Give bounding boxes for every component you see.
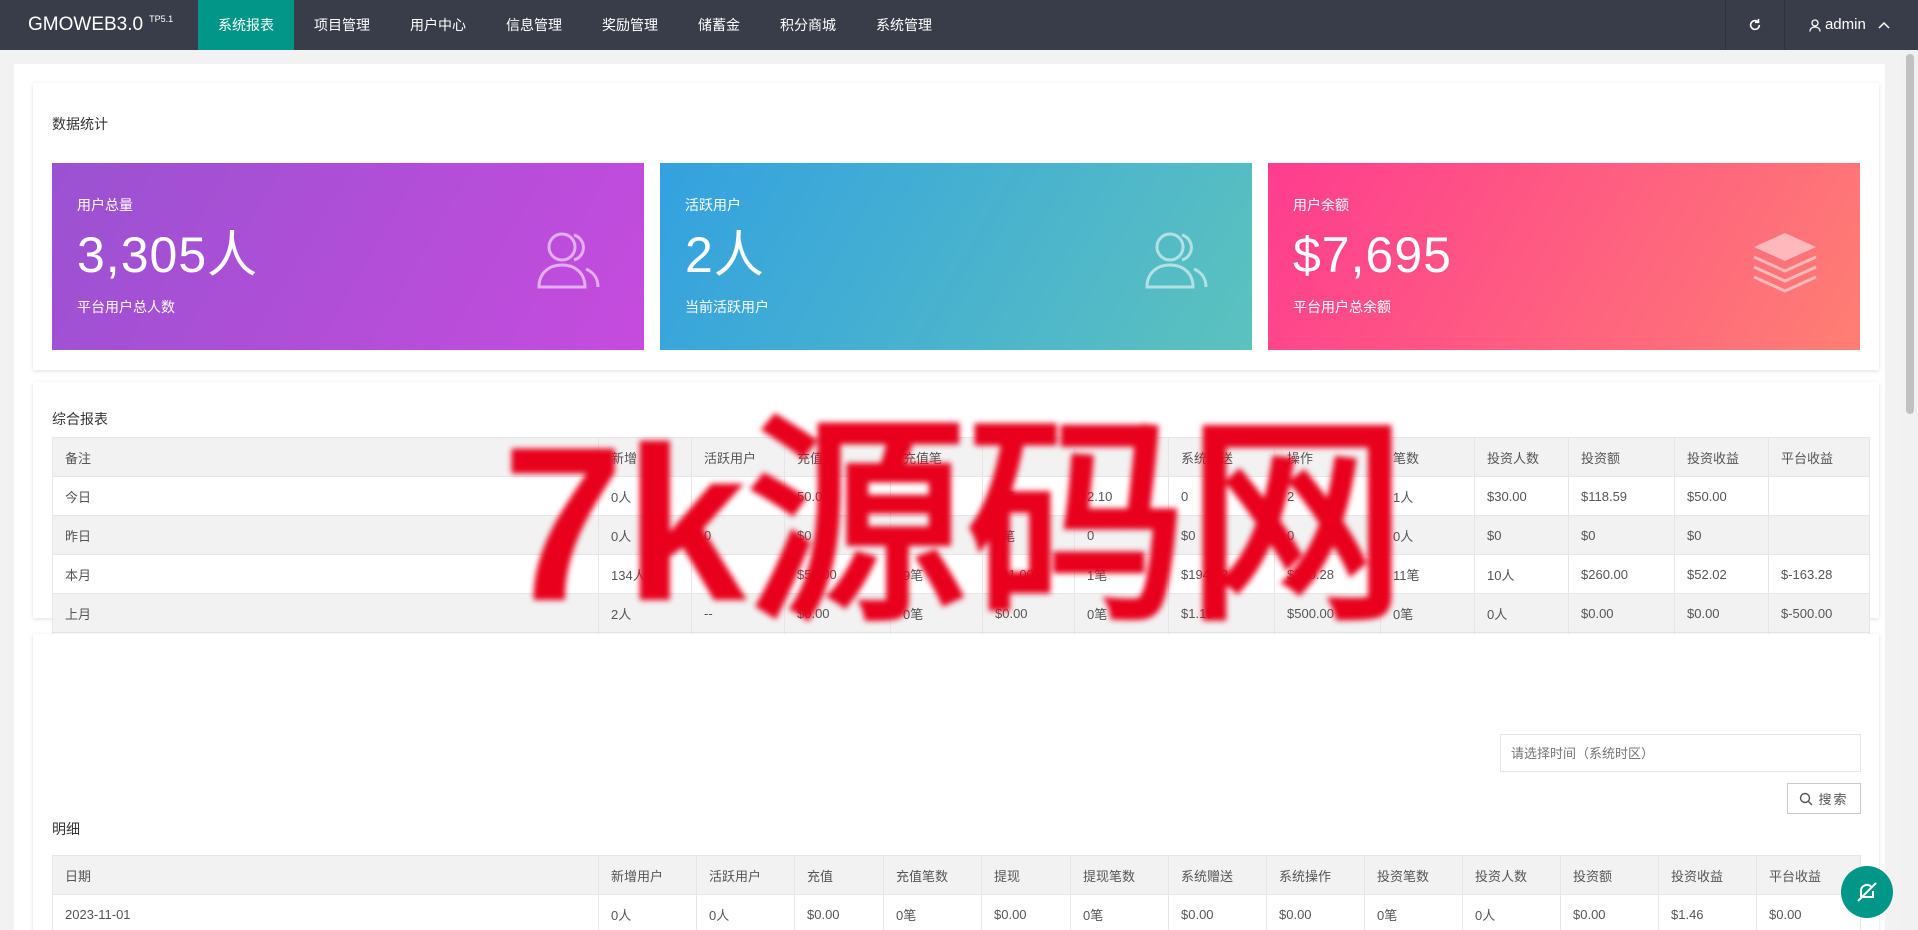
nav-item[interactable]: 信息管理 xyxy=(486,0,582,50)
stat-label: 用户余额 xyxy=(1293,197,1349,213)
search-button-label: 搜索 xyxy=(1818,792,1849,807)
nav-item[interactable]: 系统报表 xyxy=(198,0,294,50)
refresh-icon xyxy=(1749,18,1760,31)
floating-action-button[interactable] xyxy=(1841,866,1893,918)
table-cell: 0笔 xyxy=(883,894,982,930)
table-header-row: 日期 新增用户 活跃用户 充值 充值笔数 提现 提现笔数 系统赠送 系统操作 投资笔数 投资人数 投资… xyxy=(52,855,1861,895)
column-header: 投资额 xyxy=(1568,437,1675,477)
stat-sub: 平台用户总人数 xyxy=(77,299,175,315)
stat-value: $7,695 xyxy=(1293,227,1452,283)
detail-table: 日期 新增用户 活跃用户 充值 充值笔数 提现 提现笔数 系统赠送 系统操作 投资笔数 投资人数 投资… xyxy=(52,855,1861,930)
table-cell: $0.00 xyxy=(794,894,884,930)
stat-value: 2人 xyxy=(685,227,765,283)
table-cell: 10人 xyxy=(1474,554,1569,594)
column-header: 投资额 xyxy=(1560,855,1659,895)
user-name: admin xyxy=(1824,16,1866,33)
table-cell: $1.46 xyxy=(1658,894,1757,930)
stat-card-total-users: 用户总量 3,305人 平台用户总人数 xyxy=(52,163,644,350)
user-icon xyxy=(1809,18,1821,32)
layers-icon xyxy=(1753,233,1817,293)
column-header: 平台收益 xyxy=(1768,437,1870,477)
column-header: 投资收益 xyxy=(1674,437,1769,477)
column-header: 充值笔数 xyxy=(883,855,982,895)
main-nav: 系统报表 项目管理 用户中心 信息管理 奖励管理 储蓄金 积分商城 系统管理 xyxy=(198,0,952,50)
table-cell: 0笔 xyxy=(1364,894,1463,930)
table-cell: 0人 xyxy=(1474,593,1569,633)
brand-version: TP5.1 xyxy=(149,14,174,24)
nav-item[interactable]: 项目管理 xyxy=(294,0,390,50)
table-cell: $52.02 xyxy=(1674,554,1769,594)
table-cell: $30.00 xyxy=(1474,476,1569,516)
report-title: 综合报表 xyxy=(52,411,108,427)
stat-sub: 平台用户总余额 xyxy=(1293,299,1391,315)
table-cell: $0 xyxy=(1674,515,1769,555)
nav-item[interactable]: 储蓄金 xyxy=(678,0,760,50)
search-icon xyxy=(1800,792,1813,805)
table-cell xyxy=(1768,515,1870,555)
table-cell: $0.00 xyxy=(1266,894,1365,930)
table-cell: $0 xyxy=(1568,515,1675,555)
table-cell: $0.00 xyxy=(1560,894,1659,930)
table-cell: $0 xyxy=(1474,515,1569,555)
table-cell: $-500.00 xyxy=(1768,593,1870,633)
bell-off-icon xyxy=(1857,882,1877,902)
main-content: 数据统计 用户总量 3,305人 平台用户总人数 活跃用户 2人 当前活跃用户 … xyxy=(14,64,1885,930)
table-cell: $-163.28 xyxy=(1768,554,1870,594)
users-icon xyxy=(1145,232,1208,289)
column-header: 提现笔数 xyxy=(1070,855,1169,895)
stat-card-active-users: 活跃用户 2人 当前活跃用户 xyxy=(660,163,1252,350)
stats-title: 数据统计 xyxy=(52,116,108,132)
date-range-input[interactable] xyxy=(1500,734,1861,772)
chevron-up-icon xyxy=(1878,21,1890,29)
stat-sub: 当前活跃用户 xyxy=(685,299,769,315)
nav-item[interactable]: 系统管理 xyxy=(856,0,952,50)
column-header: 系统赠送 xyxy=(1168,855,1267,895)
table-cell: $0.00 xyxy=(1674,593,1769,633)
column-header: 新增用户 xyxy=(598,855,697,895)
stat-value: 3,305人 xyxy=(77,227,259,283)
column-header: 投资笔数 xyxy=(1364,855,1463,895)
table-cell: 2023-11-01 xyxy=(52,894,599,930)
nav-item[interactable]: 用户中心 xyxy=(390,0,486,50)
stats-panel: 数据统计 用户总量 3,305人 平台用户总人数 活跃用户 2人 当前活跃用户 … xyxy=(33,83,1879,370)
nav-item[interactable]: 积分商城 xyxy=(760,0,856,50)
top-navbar: GMOWEB3.0 TP5.1 系统报表 项目管理 用户中心 信息管理 奖励管理 储蓄金 积分… xyxy=(0,0,1918,50)
brand-logo[interactable]: GMOWEB3.0 TP5.1 xyxy=(28,0,173,50)
table-cell: $118.59 xyxy=(1568,476,1675,516)
header-tools: admin xyxy=(1724,0,1918,50)
search-button[interactable]: 搜索 xyxy=(1787,783,1861,814)
table-cell: 0人 xyxy=(696,894,795,930)
column-header: 活跃用户 xyxy=(696,855,795,895)
column-header: 投资收益 xyxy=(1658,855,1757,895)
watermark: 7k源码网 xyxy=(502,401,1407,647)
stat-label: 用户总量 xyxy=(77,197,133,213)
column-header: 充值 xyxy=(794,855,884,895)
column-header: 投资人数 xyxy=(1462,855,1561,895)
column-header: 系统操作 xyxy=(1266,855,1365,895)
page-scrollbar[interactable] xyxy=(1902,50,1918,930)
scroll-thumb[interactable] xyxy=(1906,54,1914,414)
table-cell: 0人 xyxy=(1462,894,1561,930)
column-header: 投资人数 xyxy=(1474,437,1569,477)
brand-name: GMOWEB3.0 xyxy=(28,14,144,35)
user-menu[interactable]: admin xyxy=(1783,0,1918,50)
table-cell: 0笔 xyxy=(1070,894,1169,930)
table-cell: $0.00 xyxy=(1568,593,1675,633)
table-cell: $0.00 xyxy=(981,894,1071,930)
table-cell: $50.00 xyxy=(1674,476,1769,516)
table-cell: 0人 xyxy=(598,894,697,930)
users-icon xyxy=(537,232,600,289)
column-header: 日期 xyxy=(52,855,599,895)
nav-item[interactable]: 奖励管理 xyxy=(582,0,678,50)
column-header: 提现 xyxy=(981,855,1071,895)
table-cell: $0.00 xyxy=(1168,894,1267,930)
stat-card-user-balance: 用户余额 $7,695 平台用户总余额 xyxy=(1268,163,1860,350)
table-cell xyxy=(1768,476,1870,516)
detail-title: 明细 xyxy=(52,821,80,837)
table-row: 2023-11-01 0人 0人 $0.00 0笔 $0.00 0笔 $0.00 $0.00 0笔… xyxy=(52,894,1861,930)
refresh-button[interactable] xyxy=(1724,0,1784,50)
table-cell: $260.00 xyxy=(1568,554,1675,594)
stat-label: 活跃用户 xyxy=(685,197,741,213)
